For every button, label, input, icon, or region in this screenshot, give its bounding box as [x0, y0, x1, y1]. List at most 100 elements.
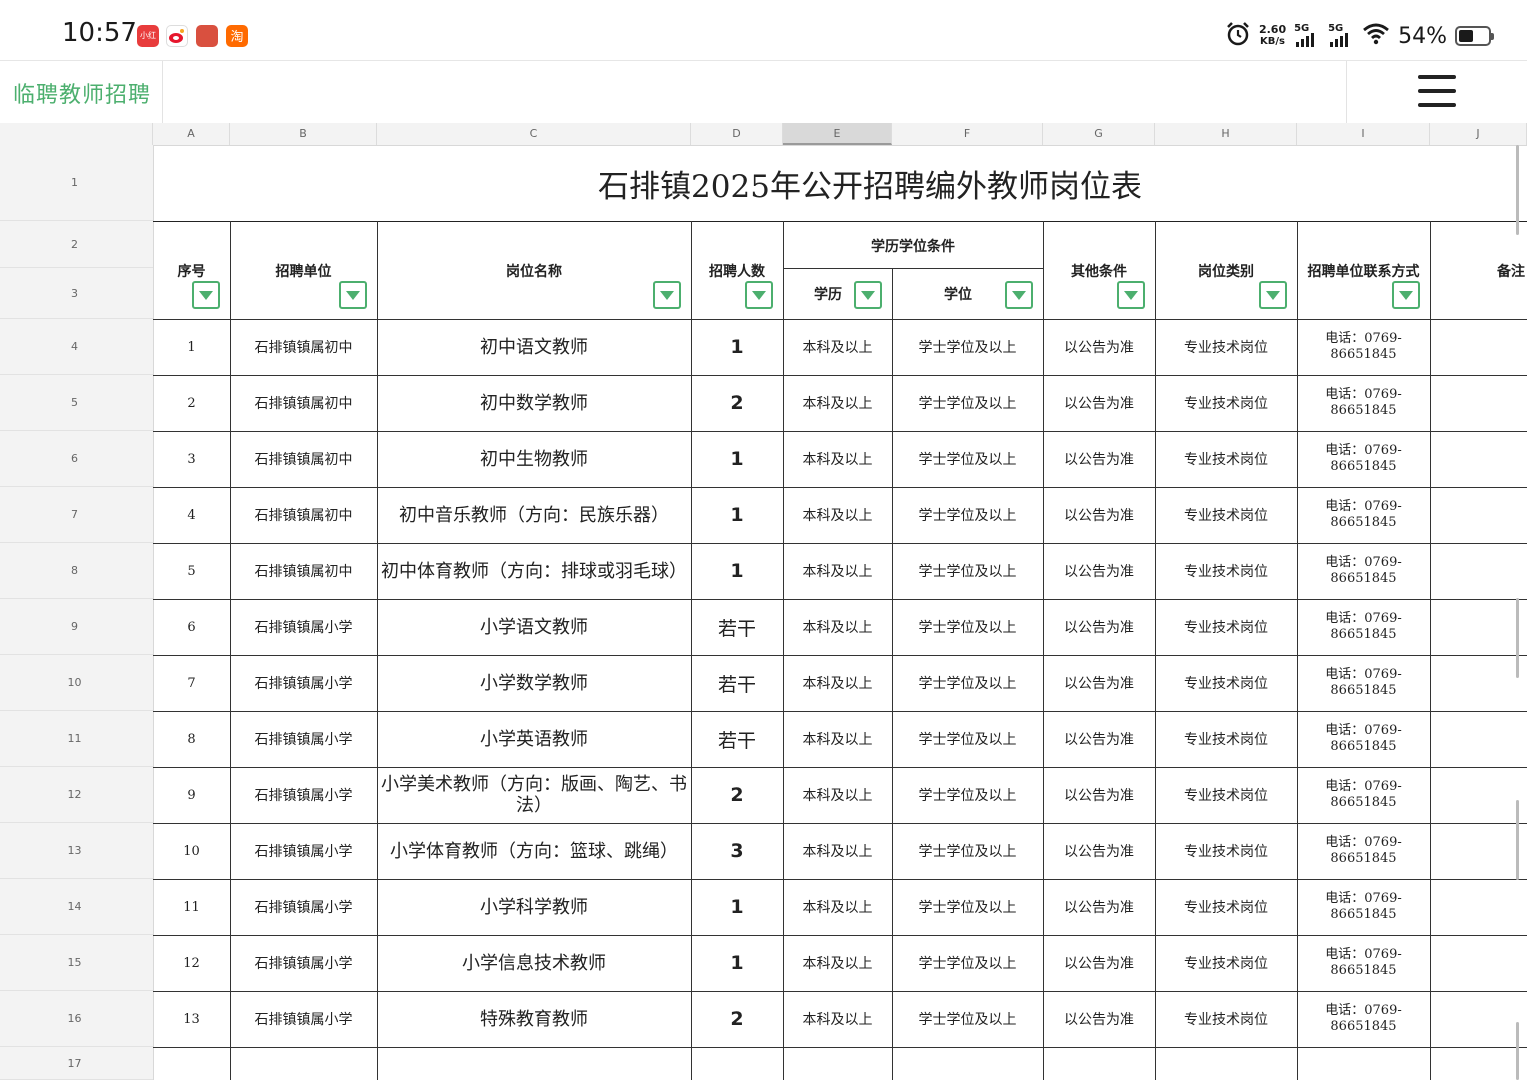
- cell-category[interactable]: 专业技术岗位: [1155, 711, 1297, 767]
- cell-contact[interactable]: 电话：0769-86651845: [1297, 319, 1430, 375]
- cell-education[interactable]: 本科及以上: [783, 543, 892, 599]
- cell-other[interactable]: 以公告为准: [1043, 823, 1155, 879]
- cell-count[interactable]: 3: [691, 823, 783, 879]
- cell-unit[interactable]: 石排镇镇属小学: [230, 655, 377, 711]
- cell-category[interactable]: 专业技术岗位: [1155, 823, 1297, 879]
- filter-dropdown-unit-icon[interactable]: [339, 281, 367, 309]
- cell-education[interactable]: 本科及以上: [783, 879, 892, 935]
- cell-position[interactable]: 初中音乐教师（方向：民族乐器）: [377, 487, 691, 543]
- filter-dropdown-degree-icon[interactable]: [1005, 281, 1033, 309]
- cell-count[interactable]: 1: [691, 935, 783, 991]
- cell-position[interactable]: 小学数学教师: [377, 655, 691, 711]
- filter-dropdown-contact-icon[interactable]: [1392, 281, 1420, 309]
- select-all-corner[interactable]: [0, 123, 153, 145]
- cell-unit[interactable]: 石排镇镇属初中: [230, 375, 377, 431]
- scrollbar-indicator[interactable]: [1516, 145, 1519, 235]
- row-header-5[interactable]: 5: [0, 375, 153, 431]
- cell-position[interactable]: 小学信息技术教师: [377, 935, 691, 991]
- cell-degree[interactable]: 学士学位及以上: [892, 991, 1043, 1047]
- cell-contact[interactable]: 电话：0769-86651845: [1297, 487, 1430, 543]
- cell-count[interactable]: 2: [691, 991, 783, 1047]
- filter-dropdown-education-icon[interactable]: [854, 281, 882, 309]
- cell-education[interactable]: 本科及以上: [783, 319, 892, 375]
- title-cell[interactable]: 石排镇2025年公开招聘编外教师岗位表: [153, 145, 1527, 222]
- cell-unit[interactable]: 石排镇镇属初中: [230, 543, 377, 599]
- column-header-i[interactable]: I: [1297, 123, 1430, 145]
- cell-unit[interactable]: 石排镇镇属小学: [230, 879, 377, 935]
- cell-unit[interactable]: 石排镇镇属小学: [230, 767, 377, 823]
- cell-contact[interactable]: 电话：0769-86651845: [1297, 375, 1430, 431]
- cell-unit[interactable]: 石排镇镇属小学: [230, 711, 377, 767]
- cell-degree[interactable]: 学士学位及以上: [892, 543, 1043, 599]
- cell-position[interactable]: 小学科学教师: [377, 879, 691, 935]
- cell-degree[interactable]: 学士学位及以上: [892, 767, 1043, 823]
- row-header-15[interactable]: 15: [0, 935, 153, 991]
- cell-degree[interactable]: 学士学位及以上: [892, 711, 1043, 767]
- cell-education[interactable]: 本科及以上: [783, 655, 892, 711]
- row-header-4[interactable]: 4: [0, 319, 153, 375]
- cell-education[interactable]: 本科及以上: [783, 431, 892, 487]
- column-header-c[interactable]: C: [377, 123, 691, 145]
- cell-category[interactable]: 专业技术岗位: [1155, 375, 1297, 431]
- cell-education[interactable]: 本科及以上: [783, 487, 892, 543]
- cell-degree[interactable]: 学士学位及以上: [892, 487, 1043, 543]
- cell-unit[interactable]: 石排镇镇属初中: [230, 487, 377, 543]
- cell-position[interactable]: 特殊教育教师: [377, 991, 691, 1047]
- cell-other[interactable]: 以公告为准: [1043, 935, 1155, 991]
- cell-education[interactable]: 本科及以上: [783, 711, 892, 767]
- cell-count[interactable]: 1: [691, 543, 783, 599]
- cell-degree[interactable]: 学士学位及以上: [892, 879, 1043, 935]
- column-header-e[interactable]: E: [783, 123, 892, 145]
- cell-unit[interactable]: 石排镇镇属初中: [230, 431, 377, 487]
- cell-unit[interactable]: 石排镇镇属小学: [230, 991, 377, 1047]
- row-header-10[interactable]: 10: [0, 655, 153, 711]
- cell-education[interactable]: 本科及以上: [783, 767, 892, 823]
- row-header-16[interactable]: 16: [0, 991, 153, 1047]
- column-header-g[interactable]: G: [1043, 123, 1155, 145]
- cell-count[interactable]: 2: [691, 767, 783, 823]
- cell-category[interactable]: 专业技术岗位: [1155, 319, 1297, 375]
- cell-position[interactable]: 初中语文教师: [377, 319, 691, 375]
- cell-category[interactable]: 专业技术岗位: [1155, 767, 1297, 823]
- cell-no[interactable]: 13: [153, 991, 230, 1047]
- cell-category[interactable]: 专业技术岗位: [1155, 935, 1297, 991]
- row-header-17[interactable]: 17: [0, 1047, 153, 1080]
- cell-position[interactable]: 初中数学教师: [377, 375, 691, 431]
- cell-degree[interactable]: 学士学位及以上: [892, 431, 1043, 487]
- cell-contact[interactable]: 电话：0769-86651845: [1297, 655, 1430, 711]
- cell-degree[interactable]: 学士学位及以上: [892, 319, 1043, 375]
- filter-dropdown-index-icon[interactable]: [192, 281, 220, 309]
- cell-no[interactable]: 7: [153, 655, 230, 711]
- cell-no[interactable]: 4: [153, 487, 230, 543]
- cell-degree[interactable]: 学士学位及以上: [892, 935, 1043, 991]
- cell-education[interactable]: 本科及以上: [783, 935, 892, 991]
- filter-dropdown-position-icon[interactable]: [653, 281, 681, 309]
- scrollbar-indicator[interactable]: [1516, 800, 1519, 880]
- spreadsheet-grid[interactable]: 石排镇2025年公开招聘编外教师岗位表 序号 招聘单位 岗位名称 招聘人数 学历学位条件…: [153, 145, 1527, 1080]
- cell-no[interactable]: 10: [153, 823, 230, 879]
- cell-count[interactable]: 若干: [691, 711, 783, 767]
- cell-contact[interactable]: 电话：0769-86651845: [1297, 599, 1430, 655]
- cell-degree[interactable]: 学士学位及以上: [892, 655, 1043, 711]
- cell-education[interactable]: 本科及以上: [783, 991, 892, 1047]
- cell-count[interactable]: 1: [691, 319, 783, 375]
- cell-no[interactable]: 3: [153, 431, 230, 487]
- cell-no[interactable]: 12: [153, 935, 230, 991]
- cell-category[interactable]: 专业技术岗位: [1155, 879, 1297, 935]
- column-header-a[interactable]: A: [153, 123, 230, 145]
- cell-other[interactable]: 以公告为准: [1043, 487, 1155, 543]
- cell-other[interactable]: 以公告为准: [1043, 879, 1155, 935]
- cell-category[interactable]: 专业技术岗位: [1155, 599, 1297, 655]
- column-header-j[interactable]: J: [1430, 123, 1527, 145]
- cell-contact[interactable]: 电话：0769-86651845: [1297, 935, 1430, 991]
- cell-unit[interactable]: 石排镇镇属小学: [230, 935, 377, 991]
- column-header-f[interactable]: F: [892, 123, 1043, 145]
- cell-category[interactable]: 专业技术岗位: [1155, 487, 1297, 543]
- row-header-11[interactable]: 11: [0, 711, 153, 767]
- cell-contact[interactable]: 电话：0769-86651845: [1297, 431, 1430, 487]
- scrollbar-indicator[interactable]: [1516, 1022, 1519, 1080]
- cell-position[interactable]: 小学语文教师: [377, 599, 691, 655]
- cell-category[interactable]: 专业技术岗位: [1155, 991, 1297, 1047]
- column-header-d[interactable]: D: [691, 123, 783, 145]
- cell-no[interactable]: 2: [153, 375, 230, 431]
